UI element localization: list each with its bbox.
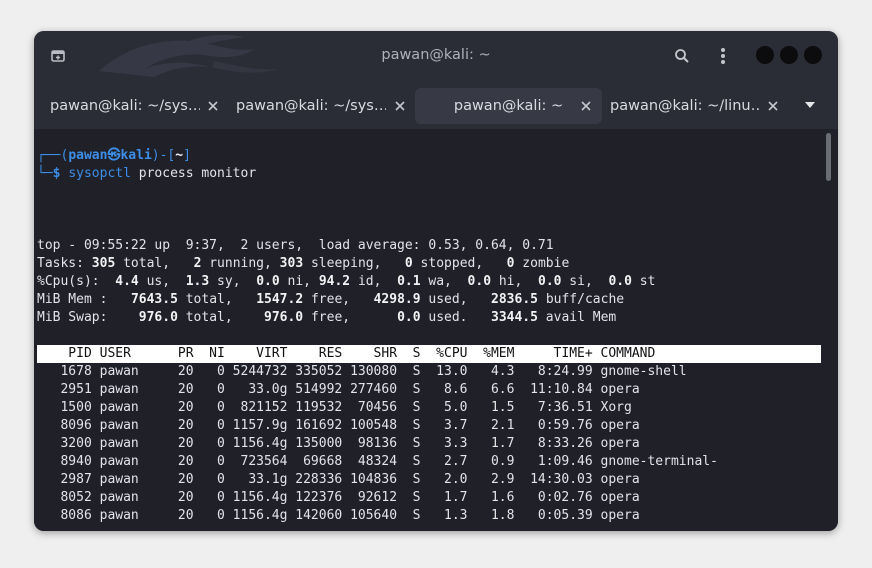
prompt-at: ㉿ <box>107 148 121 163</box>
swap-used: 0.0 <box>397 310 421 325</box>
top-cpu-line: %Cpu(s): 4.4 us, 1.3 sy, 0.0 ni, 94.2 id… <box>37 274 656 289</box>
mem-buff-cache: 2836.5 <box>491 292 538 307</box>
tasks-zombie: 0 <box>506 256 515 271</box>
top-tasks-line: Tasks: 305 total, 2 running, 303 sleepin… <box>37 256 570 271</box>
tasks-running: 2 <box>193 256 202 271</box>
minimize-button[interactable] <box>756 46 774 64</box>
close-icon[interactable] <box>579 99 593 113</box>
tasks-label: Tasks: <box>37 256 84 271</box>
prompt-dollar: $ <box>52 166 61 181</box>
prompt-bracket: ┌──( <box>37 148 69 163</box>
scrollbar[interactable] <box>826 133 831 181</box>
tab-1[interactable]: pawan@kali: ~/sys… <box>38 88 224 124</box>
prompt-dir: ~ <box>175 148 184 163</box>
close-icon[interactable] <box>206 99 220 113</box>
prompt-bracket: )-[ <box>151 148 176 163</box>
command-line: └─$ sysopctl process monitor <box>37 165 256 183</box>
search-icon[interactable] <box>670 45 694 67</box>
swap-total: 976.0 <box>138 310 178 325</box>
close-window-button[interactable] <box>804 46 822 64</box>
mem-total: 7643.5 <box>130 292 178 307</box>
terminal-window: pawan@kali: ~ pawan@kali: ~/sys… pawan@k… <box>34 31 838 531</box>
tasks-sleeping: 303 <box>279 256 304 271</box>
cpu-us: 4.4 <box>115 274 139 289</box>
cpu-label: %Cpu(s): <box>37 274 100 289</box>
mem-label: MiB Mem : <box>37 292 108 307</box>
tab-label: pawan@kali: ~/sys… <box>236 98 386 114</box>
title-bar[interactable]: pawan@kali: ~ <box>34 31 838 80</box>
process-row: 8052 pawan 20 0 1156.4g 122376 92612 S 1… <box>37 490 726 505</box>
tasks-stopped: 0 <box>404 256 413 271</box>
command-args: process monitor <box>130 166 257 181</box>
swap-avail: 3344.5 <box>491 310 538 325</box>
prompt-bracket: ] <box>183 148 191 163</box>
maximize-button[interactable] <box>780 46 798 64</box>
tab-label: pawan@kali: ~/sys… <box>50 98 200 114</box>
vertical-dots-icon[interactable] <box>711 45 735 67</box>
mem-used: 4298.9 <box>373 292 421 307</box>
tasks-total: 305 <box>91 256 116 271</box>
process-row: 8086 pawan 20 0 1156.4g 142060 105640 S … <box>37 508 726 523</box>
process-row: 3200 pawan 20 0 1156.4g 135000 98136 S 3… <box>37 436 726 451</box>
tab-3-active[interactable]: pawan@kali: ~ <box>415 88 602 124</box>
tab-label: pawan@kali: ~ <box>453 98 564 114</box>
command-name: sysopctl <box>68 166 131 181</box>
prompt-user: pawan <box>68 148 108 163</box>
cpu-st: 0.0 <box>608 274 632 289</box>
cpu-sy: 1.3 <box>185 274 210 289</box>
tab-bar: pawan@kali: ~/sys… pawan@kali: ~/sys… pa… <box>34 80 838 129</box>
chevron-down-icon[interactable] <box>798 96 822 114</box>
process-row: 1500 pawan 20 0 821152 119532 70456 S 5.… <box>37 400 726 415</box>
process-row: 1678 pawan 20 0 5244732 335052 130080 S … <box>37 364 726 379</box>
cpu-wa: 0.1 <box>397 274 421 289</box>
process-row: 2987 pawan 20 0 33.1g 228336 104836 S 2.… <box>37 472 726 487</box>
tab-2[interactable]: pawan@kali: ~/sys… <box>224 88 410 124</box>
top-mem-line: MiB Mem : 7643.5 total, 1547.2 free, 429… <box>37 292 625 307</box>
prompt-arrow: └─ <box>37 166 53 181</box>
top-uptime-line: top - 09:55:22 up 9:37, 2 users, load av… <box>37 238 554 253</box>
cpu-ni: 0.0 <box>256 274 280 289</box>
process-table-header: PID USER PR NI VIRT RES SHR S %CPU %MEM … <box>37 345 821 363</box>
close-icon[interactable] <box>766 99 780 113</box>
close-icon[interactable] <box>393 99 407 113</box>
cpu-si: 0.0 <box>538 274 562 289</box>
mem-free: 1547.2 <box>256 292 304 307</box>
swap-free: 976.0 <box>264 310 304 325</box>
tab-label: pawan@kali: ~/linu… <box>610 98 760 114</box>
cpu-hi: 0.0 <box>467 274 492 289</box>
process-row: 8940 pawan 20 0 723564 69668 48324 S 2.7… <box>37 454 726 469</box>
process-row: 8096 pawan 20 0 1157.9g 161692 100548 S … <box>37 418 726 433</box>
process-row: 2951 pawan 20 0 33.0g 514992 277460 S 8.… <box>37 382 726 397</box>
top-swap-line: MiB Swap: 976.0 total, 976.0 free, 0.0 u… <box>37 310 617 325</box>
terminal-output[interactable]: ┌──(pawan㉿kali)-[~] └─$ sysopctl process… <box>34 129 838 531</box>
tab-4[interactable]: pawan@kali: ~/linu… <box>602 88 790 124</box>
swap-label: MiB Swap: <box>37 310 108 325</box>
prompt-host: kali <box>120 148 152 163</box>
prompt-line: ┌──(pawan㉿kali)-[~] <box>37 147 191 165</box>
cpu-id: 94.2 <box>318 274 351 289</box>
